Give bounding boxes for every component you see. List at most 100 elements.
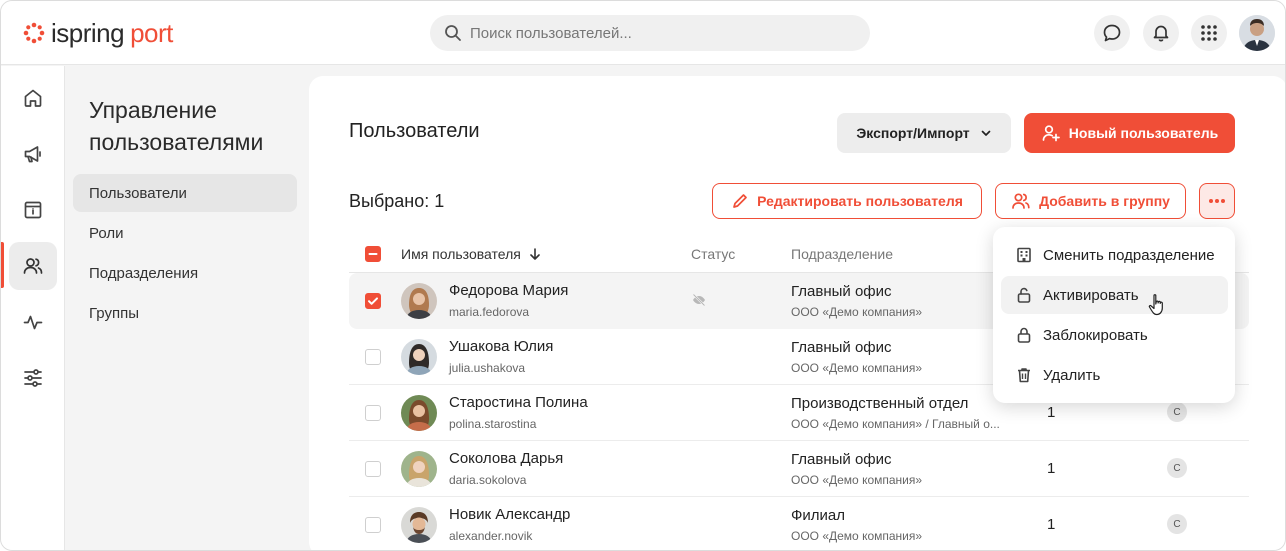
user-avatar[interactable] <box>1239 15 1275 51</box>
notifications-button[interactable] <box>1143 15 1179 51</box>
user-organization: ООО «Демо компания» / Главный о... <box>791 417 1000 431</box>
page-title: Пользователи <box>349 120 480 142</box>
user-organization: ООО «Демо компания» <box>791 361 923 375</box>
lock-icon <box>1017 327 1031 343</box>
nav-item-groups[interactable]: Группы <box>73 294 297 332</box>
level-badge: C <box>1167 514 1187 534</box>
user-name[interactable]: Старостина Полина <box>449 394 588 411</box>
bell-icon <box>1153 25 1169 42</box>
rail-users[interactable] <box>9 242 57 290</box>
trash-icon <box>1018 368 1030 383</box>
ispring-logo-icon <box>23 22 45 44</box>
activity-icon <box>23 315 43 330</box>
user-count: 1 <box>1047 404 1056 421</box>
column-name-header[interactable]: Имя пользователя <box>401 246 541 262</box>
search-input[interactable] <box>470 24 850 42</box>
brand-name: ispring <box>51 17 125 48</box>
user-count: 1 <box>1047 460 1056 477</box>
unlock-icon <box>1017 287 1031 303</box>
section-title: Управление пользователями <box>89 97 264 155</box>
chat-icon <box>1103 24 1121 42</box>
more-actions-menu: Сменить подразделение Активировать Забло… <box>993 227 1235 403</box>
home-icon <box>24 89 42 107</box>
column-department-header[interactable]: Подразделение <box>791 246 893 262</box>
menu-item-block[interactable]: Заблокировать <box>1001 316 1228 354</box>
nav-item-users[interactable]: Пользователи <box>73 174 297 212</box>
arrow-down-icon <box>530 248 540 260</box>
app-window: ispring port Поиск пользователей... Упра… <box>0 0 1286 551</box>
nav-item-roles[interactable]: Роли <box>73 214 297 252</box>
user-name[interactable]: Ушакова Юлия <box>449 338 553 355</box>
left-nav-rail <box>1 66 65 550</box>
user-organization: ООО «Демо компания» <box>791 529 923 543</box>
new-user-button[interactable]: Новый пользователь <box>1024 113 1235 153</box>
menu-item-label: Сменить подразделение <box>1043 246 1215 264</box>
user-department: Главный офис <box>791 339 892 356</box>
pencil-icon <box>733 194 747 208</box>
row-checkbox[interactable] <box>365 461 381 477</box>
add-user-icon <box>1042 125 1060 142</box>
more-actions-button[interactable] <box>1199 183 1235 219</box>
add-to-group-button[interactable]: Добавить в группу <box>995 183 1186 219</box>
section-sidebar: Управление пользователями Пользователи Р… <box>66 66 309 550</box>
menu-item-label: Активировать <box>1043 286 1139 304</box>
row-checkbox[interactable] <box>365 349 381 365</box>
rail-active-marker <box>1 242 4 288</box>
check-icon <box>368 297 378 305</box>
table-row[interactable]: Соколова Дарья daria.sokolova Главный оф… <box>349 441 1249 497</box>
menu-item-activate[interactable]: Активировать <box>1001 276 1228 314</box>
edit-user-button[interactable]: Редактировать пользователя <box>712 183 982 219</box>
table-row[interactable]: Новик Александр alexander.novik Филиал О… <box>349 497 1249 550</box>
status-indicator <box>691 292 707 313</box>
ispring-logo[interactable]: ispring port <box>23 17 173 49</box>
minus-icon <box>368 253 378 255</box>
user-name[interactable]: Соколова Дарья <box>449 450 563 467</box>
user-organization: ООО «Демо компания» <box>791 473 923 487</box>
hand-cursor-icon <box>1148 293 1168 322</box>
select-all-checkbox[interactable] <box>365 246 381 262</box>
menu-item-label: Удалить <box>1043 366 1101 384</box>
user-count: 1 <box>1047 516 1056 533</box>
row-checkbox[interactable] <box>365 293 381 309</box>
apps-grid-icon <box>1201 25 1217 41</box>
top-bar: ispring port <box>1 1 1285 65</box>
column-status-header[interactable]: Статус <box>691 246 735 262</box>
user-login: julia.ushakova <box>449 361 526 375</box>
user-name[interactable]: Новик Александр <box>449 506 570 523</box>
user-login: daria.sokolova <box>449 473 527 487</box>
user-department: Главный офис <box>791 283 892 300</box>
export-import-label: Экспорт/Импорт <box>856 125 970 141</box>
rail-activity[interactable] <box>9 298 57 346</box>
menu-item-delete[interactable]: Удалить <box>1001 356 1228 394</box>
users-icon <box>23 258 43 274</box>
row-checkbox[interactable] <box>365 405 381 421</box>
user-name[interactable]: Федорова Мария <box>449 282 568 299</box>
column-name-label: Имя пользователя <box>401 246 521 262</box>
users-icon <box>1012 193 1030 209</box>
rail-content[interactable] <box>9 186 57 234</box>
user-department: Филиал <box>791 507 846 524</box>
archive-icon <box>24 201 42 219</box>
avatar <box>401 507 437 543</box>
menu-item-label: Заблокировать <box>1043 326 1148 344</box>
avatar <box>401 451 437 487</box>
menu-item-change-department[interactable]: Сменить подразделение <box>1001 236 1228 274</box>
rail-settings[interactable] <box>9 354 57 402</box>
rail-home[interactable] <box>9 74 57 122</box>
chat-button[interactable] <box>1094 15 1130 51</box>
apps-button[interactable] <box>1191 15 1227 51</box>
more-horizontal-icon <box>1209 199 1225 203</box>
rail-announcements[interactable] <box>9 130 57 178</box>
search-bar[interactable] <box>430 15 870 51</box>
user-department: Главный офис <box>791 451 892 468</box>
row-checkbox[interactable] <box>365 517 381 533</box>
nav-item-departments[interactable]: Подразделения <box>73 254 297 292</box>
add-to-group-label: Добавить в группу <box>1039 193 1170 209</box>
sliders-icon <box>24 369 42 387</box>
megaphone-icon <box>24 146 41 163</box>
eye-off-icon <box>692 293 706 307</box>
brand-product: port <box>130 17 173 48</box>
export-import-button[interactable]: Экспорт/Импорт <box>837 113 1011 153</box>
level-badge: C <box>1167 458 1187 478</box>
user-department: Производственный отдел <box>791 395 969 412</box>
